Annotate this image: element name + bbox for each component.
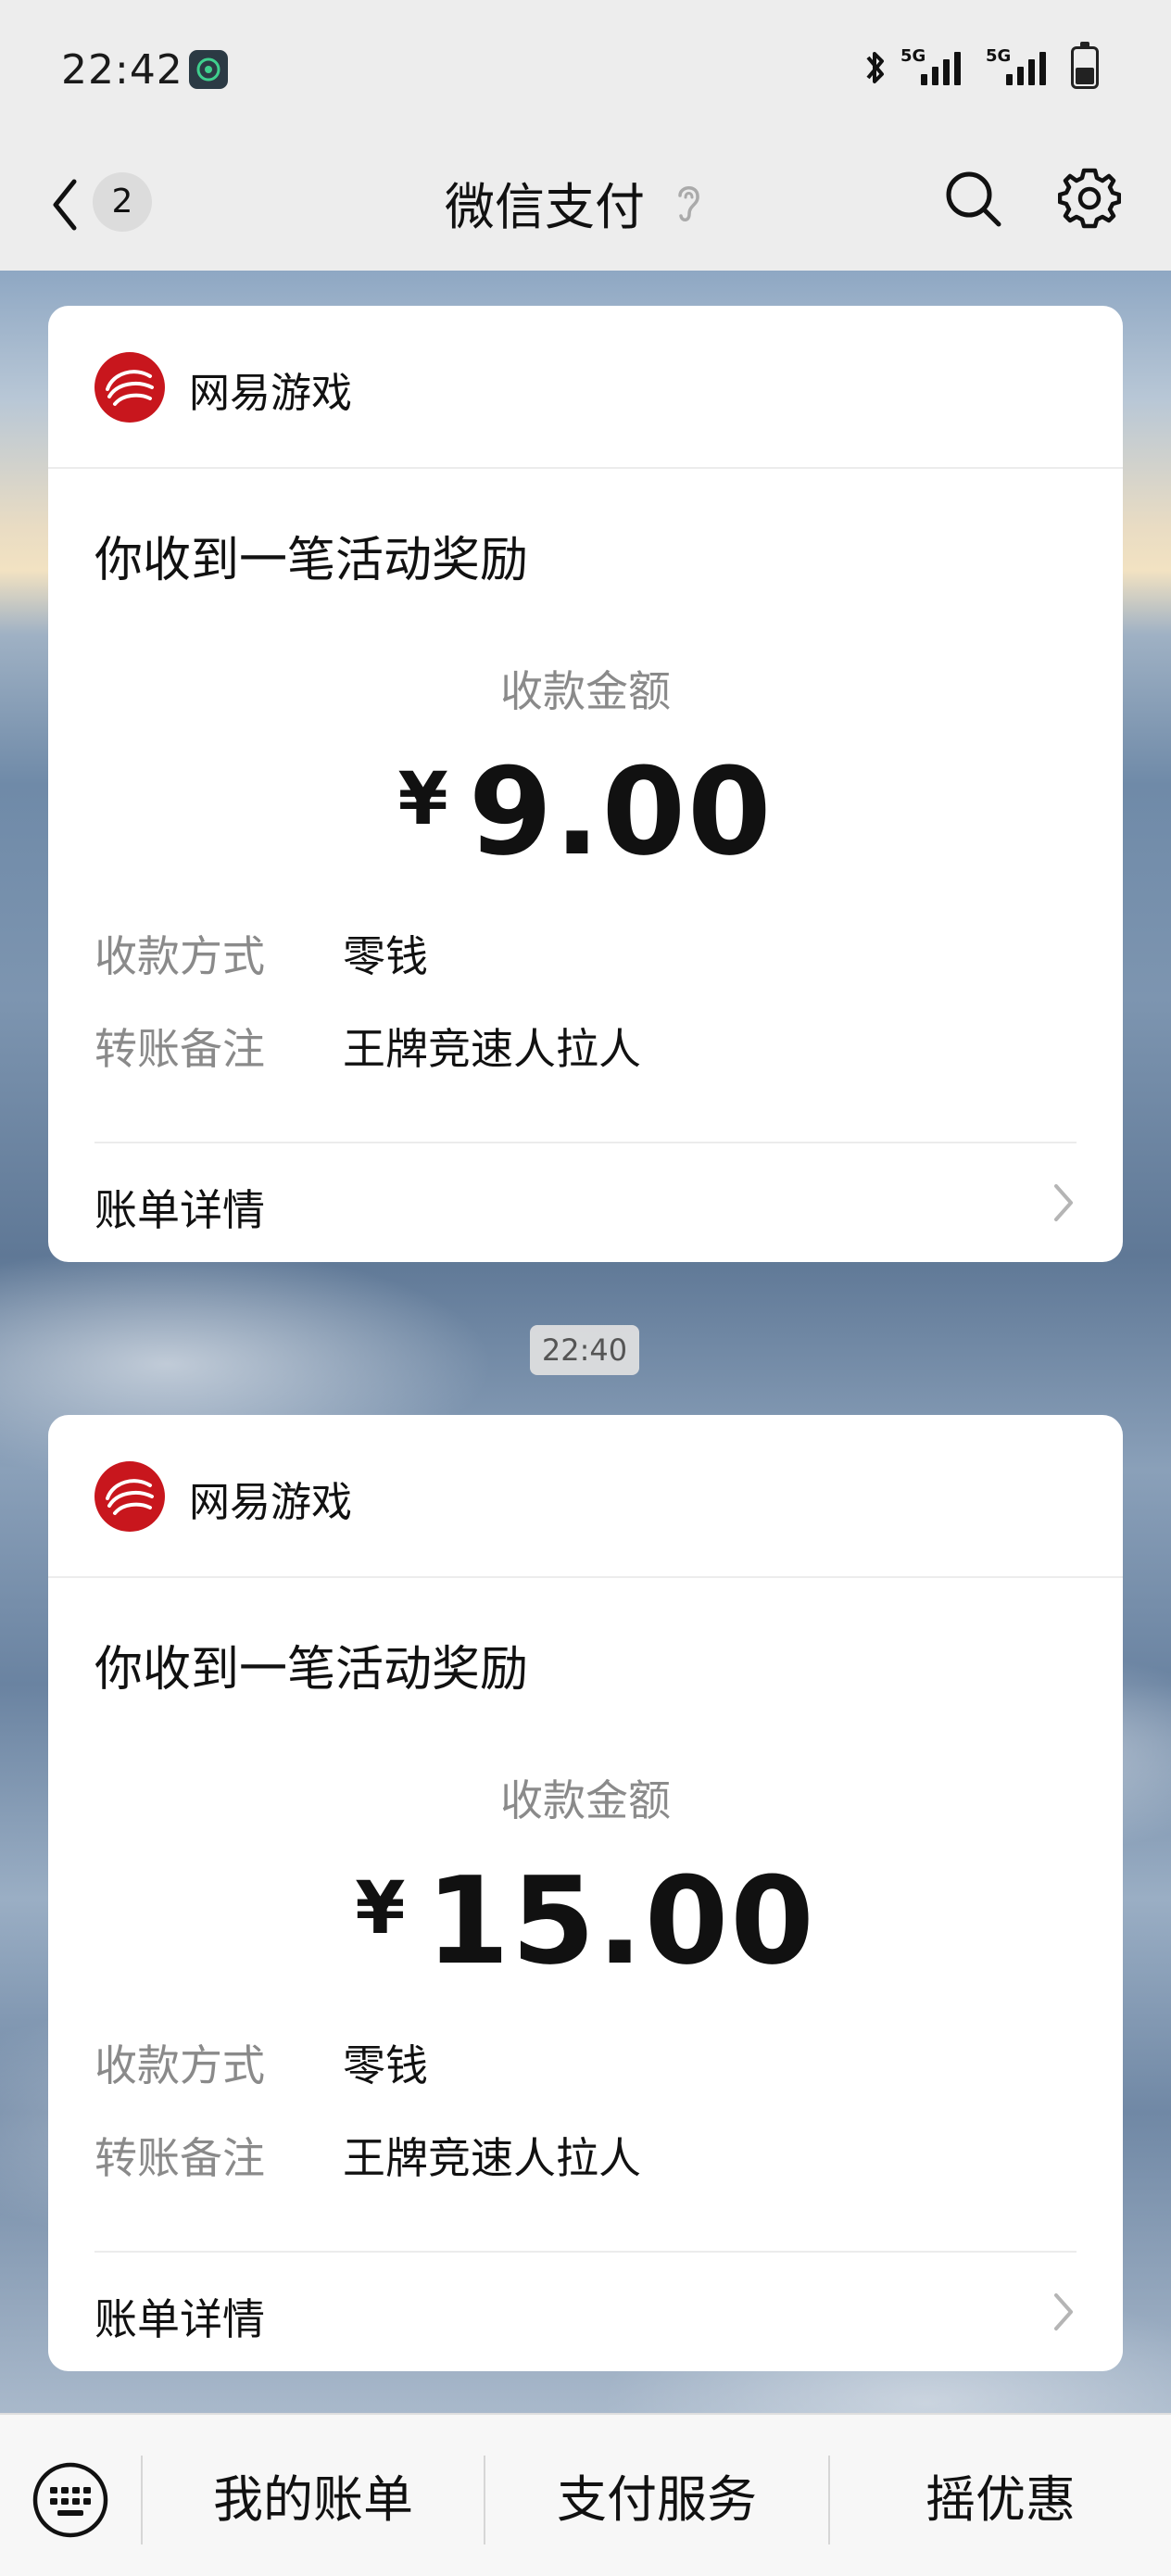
status-bar: 22:42 5G 5G bbox=[0, 0, 1171, 139]
bluetooth-icon bbox=[866, 52, 884, 83]
app-notification-icon bbox=[189, 50, 228, 89]
note-label: 转账备注 bbox=[94, 1024, 265, 1074]
page-title: 微信支付 bbox=[445, 177, 645, 236]
note-value: 王牌竞速人拉人 bbox=[343, 2133, 641, 2183]
note-value: 王牌竞速人拉人 bbox=[343, 1024, 641, 1074]
currency-symbol: ¥ bbox=[397, 758, 448, 841]
card-title: 你收到一笔活动奖励 bbox=[94, 533, 529, 588]
merchant-name: 网易游戏 bbox=[189, 1479, 352, 1526]
bottom-menu-bar: 我的账单 支付服务 摇优惠 bbox=[0, 2413, 1171, 2576]
amount-number: 15.00 bbox=[425, 1850, 816, 1991]
chevron-right-icon[interactable] bbox=[1051, 1181, 1077, 1225]
method-label: 收款方式 bbox=[94, 2040, 265, 2090]
nav-title-group: 微信支付 bbox=[445, 169, 704, 236]
signal-icon-sim2: 5G bbox=[986, 46, 1060, 89]
amount-value: ¥15.00 bbox=[48, 1850, 1123, 1991]
status-indicators: 5G 5G bbox=[862, 42, 1099, 91]
currency-symbol: ¥ bbox=[355, 1867, 406, 1951]
merchant-name: 网易游戏 bbox=[189, 370, 352, 417]
card-header: 网易游戏 bbox=[48, 306, 1123, 469]
card-divider bbox=[94, 2251, 1077, 2253]
method-label: 收款方式 bbox=[94, 931, 265, 981]
search-icon[interactable] bbox=[943, 169, 1002, 228]
netease-games-logo-icon bbox=[94, 352, 165, 423]
menu-shake-deals[interactable]: 摇优惠 bbox=[830, 2465, 1171, 2535]
message-timestamp: 22:40 bbox=[530, 1325, 639, 1375]
battery-icon bbox=[1071, 42, 1099, 89]
method-value: 零钱 bbox=[343, 2040, 428, 2090]
payment-notification-card[interactable]: 网易游戏 你收到一笔活动奖励 收款金额 ¥9.00 收款方式 零钱 转账备注 王… bbox=[48, 306, 1123, 1262]
signal-icon-sim1: 5G bbox=[900, 46, 975, 89]
amount-number: 9.00 bbox=[468, 741, 774, 882]
note-label: 转账备注 bbox=[94, 2133, 265, 2183]
back-chevron-icon[interactable] bbox=[46, 172, 83, 237]
amount-label: 收款金额 bbox=[500, 666, 671, 716]
bill-details-link[interactable]: 账单详情 bbox=[94, 2286, 265, 2347]
bill-details-link[interactable]: 账单详情 bbox=[94, 1177, 265, 1238]
menu-my-bills[interactable]: 我的账单 bbox=[143, 2465, 484, 2535]
card-title: 你收到一笔活动奖励 bbox=[94, 1642, 529, 1698]
payment-notification-card[interactable]: 网易游戏 你收到一笔活动奖励 收款金额 ¥15.00 收款方式 零钱 转账备注 … bbox=[48, 1415, 1123, 2371]
earpiece-mode-icon bbox=[678, 186, 699, 221]
card-divider bbox=[94, 1142, 1077, 1143]
settings-gear-icon[interactable] bbox=[1058, 167, 1121, 230]
menu-payment-services[interactable]: 支付服务 bbox=[485, 2465, 828, 2535]
status-time: 22:42 bbox=[61, 46, 183, 94]
chevron-right-icon[interactable] bbox=[1051, 2290, 1077, 2334]
unread-count-badge[interactable]: 2 bbox=[93, 172, 152, 232]
netease-games-logo-icon bbox=[94, 1461, 165, 1532]
keyboard-toggle-icon[interactable] bbox=[31, 2461, 109, 2539]
method-value: 零钱 bbox=[343, 931, 428, 981]
card-header: 网易游戏 bbox=[48, 1415, 1123, 1578]
amount-label: 收款金额 bbox=[500, 1775, 671, 1825]
amount-value: ¥9.00 bbox=[48, 741, 1123, 882]
